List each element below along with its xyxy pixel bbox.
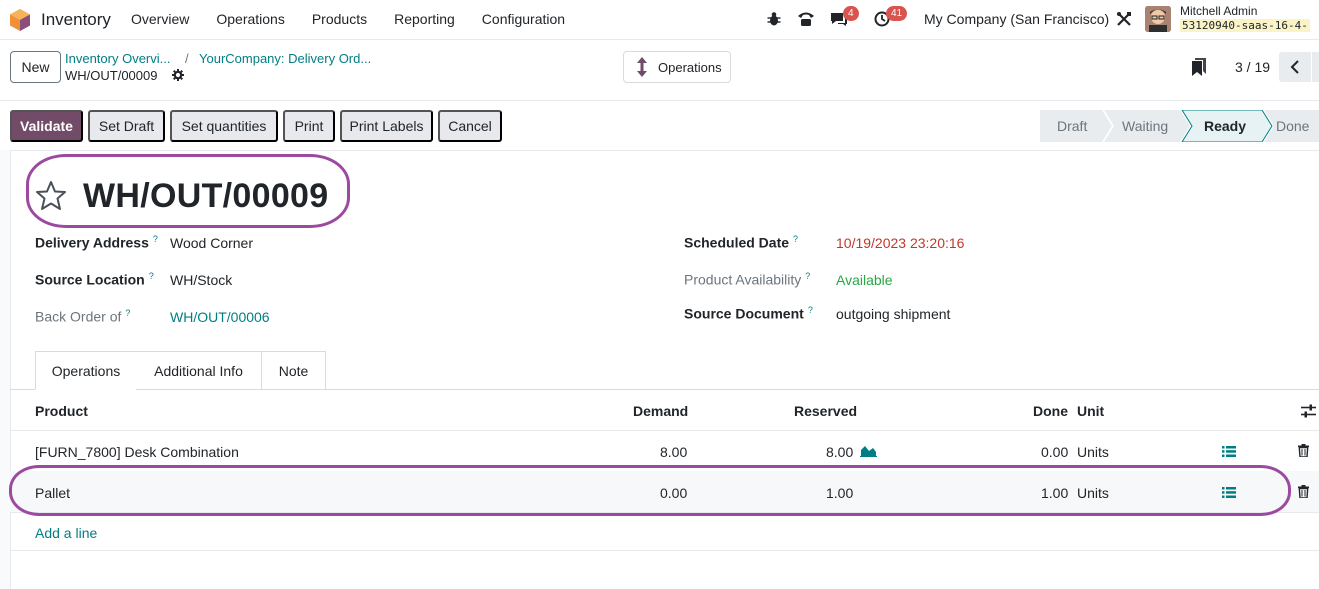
source-document-label: Source Document? <box>684 305 813 322</box>
delivery-address-value[interactable]: Wood Corner <box>170 235 253 251</box>
forecast-chart-icon[interactable] <box>860 444 877 457</box>
row-product[interactable]: [FURN_7800] Desk Combination <box>35 444 239 460</box>
print-button[interactable]: Print <box>283 110 335 142</box>
column-header-unit[interactable]: Unit <box>1077 403 1104 419</box>
column-header-demand[interactable]: Demand <box>633 403 688 419</box>
user-name[interactable]: Mitchell Admin <box>1180 4 1257 18</box>
top-navbar: Inventory Overview Operations Products R… <box>0 0 1319 40</box>
activities-badge: 41 <box>886 6 908 21</box>
source-location-value[interactable]: WH/Stock <box>170 272 232 288</box>
product-availability-value: Available <box>836 272 893 288</box>
row-reserved: 8.00 <box>826 444 854 460</box>
control-panel-divider <box>0 100 1319 101</box>
app-name[interactable]: Inventory <box>41 10 111 30</box>
stage-waiting[interactable]: Waiting <box>1122 110 1168 142</box>
company-switcher[interactable]: My Company (San Francisco) <box>924 11 1109 27</box>
record-title[interactable]: WH/OUT/00009 <box>83 177 328 216</box>
scheduled-date-label: Scheduled Date? <box>684 234 799 251</box>
back-order-value[interactable]: WH/OUT/00006 <box>170 309 270 325</box>
add-line-link[interactable]: Add a line <box>35 525 97 541</box>
row-unit: Units <box>1077 444 1109 460</box>
menu-reporting[interactable]: Reporting <box>394 11 455 27</box>
gear-icon[interactable] <box>172 69 184 81</box>
stage-ready[interactable]: Ready <box>1204 110 1246 142</box>
row-demand[interactable]: 8.00 <box>660 444 687 460</box>
user-avatar[interactable] <box>1145 6 1171 32</box>
table-header-divider <box>10 430 1319 431</box>
breadcrumb-inventory-overview[interactable]: Inventory Overvi... <box>65 51 170 66</box>
menu-products[interactable]: Products <box>312 11 367 27</box>
breadcrumb-current-record: WH/OUT/00009 <box>65 68 158 83</box>
trash-icon[interactable] <box>1298 444 1309 457</box>
help-icon[interactable]: ? <box>125 308 130 318</box>
menu-configuration[interactable]: Configuration <box>482 11 565 27</box>
row-highlight-annotation <box>9 465 1291 516</box>
tab-operations[interactable]: Operations <box>35 351 137 390</box>
phone-icon[interactable] <box>796 10 816 28</box>
menu-overview[interactable]: Overview <box>131 11 189 27</box>
back-order-label: Back Order of? <box>35 308 131 325</box>
trash-icon[interactable] <box>1298 485 1309 498</box>
pager-next-button[interactable] <box>1312 52 1319 82</box>
cancel-button[interactable]: Cancel <box>438 110 502 142</box>
detailed-operations-icon[interactable] <box>1222 446 1236 457</box>
pager-previous-button[interactable] <box>1279 52 1311 82</box>
messages-badge: 4 <box>843 6 859 21</box>
operations-smart-button[interactable]: Operations <box>623 51 731 83</box>
breadcrumb-delivery-orders[interactable]: YourCompany: Delivery Ord... <box>199 51 371 66</box>
tab-note[interactable]: Note <box>261 351 326 390</box>
database-name: 53120940-saas-16-4- <box>1180 19 1310 32</box>
table-bottom-divider <box>10 550 1319 551</box>
help-icon[interactable]: ? <box>805 271 810 281</box>
arrows-vertical-icon <box>637 57 647 77</box>
column-header-product[interactable]: Product <box>35 403 88 419</box>
scheduled-date-value[interactable]: 10/19/2023 23:20:16 <box>836 235 964 251</box>
debug-tools-icon[interactable] <box>1116 11 1132 27</box>
new-button[interactable]: New <box>10 51 61 83</box>
set-quantities-button[interactable]: Set quantities <box>170 110 278 142</box>
validate-button[interactable]: Validate <box>10 110 83 142</box>
menu-operations[interactable]: Operations <box>216 11 284 27</box>
tab-additional-info[interactable]: Additional Info <box>136 351 262 390</box>
source-location-label: Source Location? <box>35 271 154 288</box>
column-header-done[interactable]: Done <box>1033 403 1068 419</box>
main-menu: Overview Operations Products Reporting C… <box>131 11 592 27</box>
inventory-app-icon[interactable] <box>10 9 30 31</box>
chevron-left-icon <box>1290 60 1299 74</box>
help-icon[interactable]: ? <box>149 271 154 281</box>
column-header-reserved[interactable]: Reserved <box>794 403 857 419</box>
stage-draft[interactable]: Draft <box>1057 110 1087 142</box>
operations-smart-button-label: Operations <box>658 59 722 75</box>
bug-icon[interactable] <box>767 11 781 27</box>
row-done[interactable]: 0.00 <box>1041 444 1068 460</box>
pager-value[interactable]: 3 / 19 <box>1235 59 1270 75</box>
star-icon[interactable] <box>35 180 67 211</box>
help-icon[interactable]: ? <box>153 234 158 244</box>
stage-done[interactable]: Done <box>1276 110 1309 142</box>
set-draft-button[interactable]: Set Draft <box>88 110 165 142</box>
column-settings-icon[interactable] <box>1301 404 1316 418</box>
product-availability-label: Product Availability? <box>684 271 811 288</box>
help-icon[interactable]: ? <box>808 305 813 315</box>
delivery-address-label: Delivery Address? <box>35 234 158 251</box>
breadcrumb-separator: / <box>185 51 189 66</box>
source-document-value[interactable]: outgoing shipment <box>836 306 950 322</box>
bookmark-icon[interactable] <box>1192 58 1206 76</box>
print-labels-button[interactable]: Print Labels <box>340 110 433 142</box>
help-icon[interactable]: ? <box>793 234 798 244</box>
